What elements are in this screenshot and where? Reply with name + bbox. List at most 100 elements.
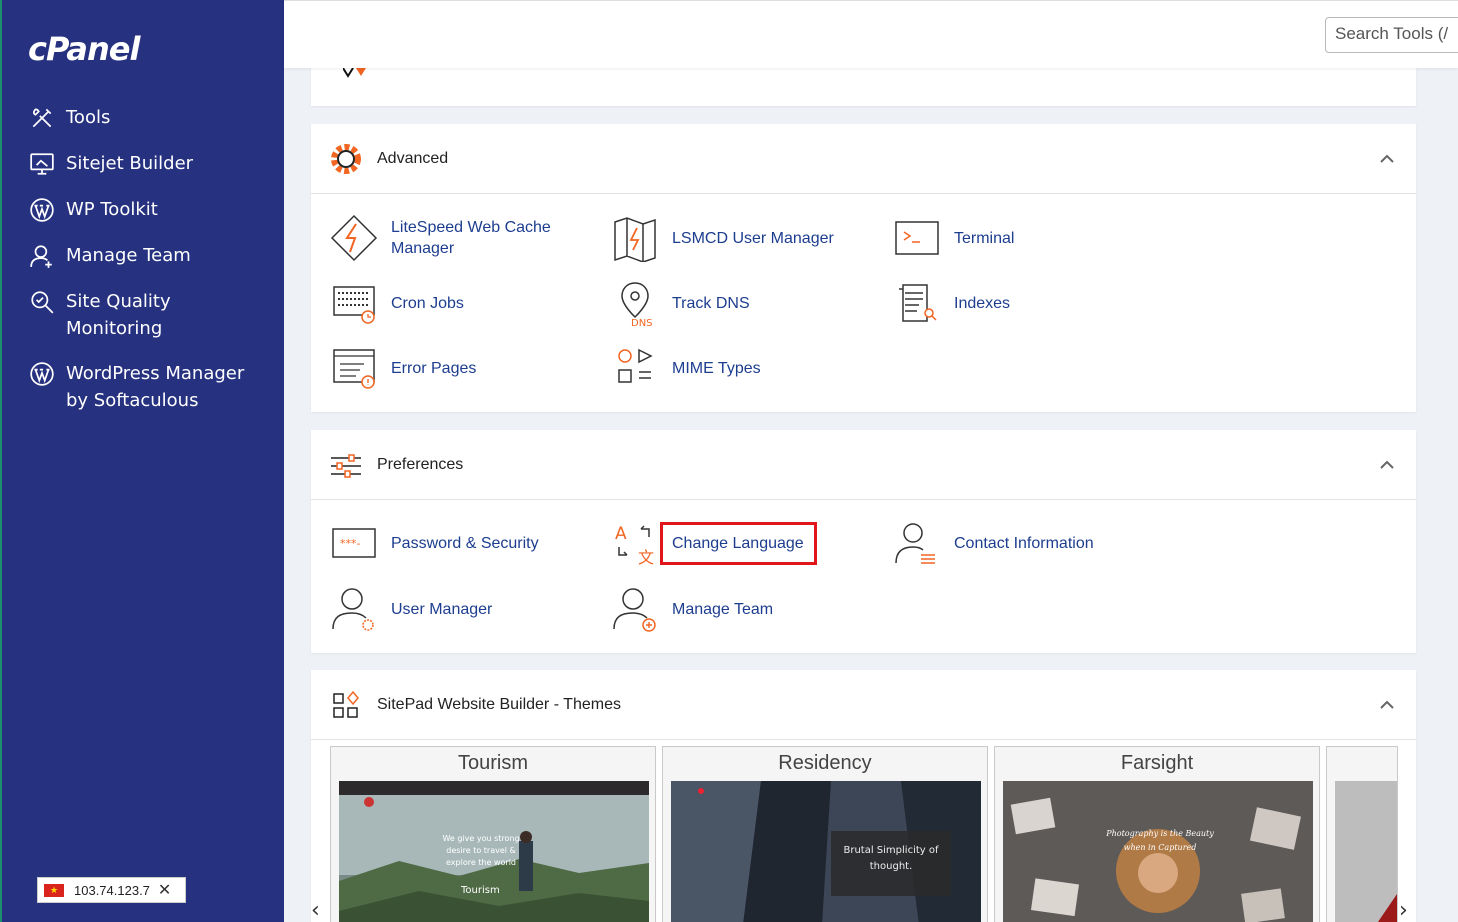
tool-label: LSMCD User Manager [672,229,834,247]
wordpress-icon [28,360,56,388]
sidebar-item-label: Manage Team [66,245,191,266]
location-pin-icon: DNS [610,278,660,328]
svg-text:文: 文 [638,548,654,567]
vietnam-flag-icon [44,883,64,897]
error-page-icon [329,343,379,393]
tool-contact-information[interactable]: Contact Information [892,518,1094,568]
carousel-prev-arrow[interactable]: ‹ [311,898,320,922]
carousel-next-arrow[interactable]: › [1399,898,1408,922]
close-icon[interactable]: ✕ [158,880,171,900]
tool-indexes[interactable]: Indexes [892,278,1010,328]
tool-mime-types[interactable]: MIME Types [610,343,761,393]
theme-caption: Photography is the Beauty when in Captur… [1106,829,1214,852]
theme-caption: Brutal Simplicity of thought. [843,845,939,872]
ip-address-badge: 103.74.123.7 ✕ [37,877,186,903]
sidebar-item-tools[interactable]: Tools [28,104,278,132]
theme-carousel: Tourism We give you strong desire to tra… [311,740,1416,922]
tool-label: Indexes [954,294,1011,312]
sidebar-item-sitejet-builder[interactable]: Sitejet Builder [28,150,278,178]
map-icon [610,213,660,263]
cpanel-logo[interactable]: cPanel [28,30,140,68]
sidebar-nav: Tools Sitejet Builder WP Toolkit Manage … [28,104,278,432]
tool-label: Cron Jobs [391,294,464,312]
sliders-icon [329,448,363,482]
magnifier-icon [28,288,56,316]
sitepad-section: SitePad Website Builder - Themes Tourism… [311,670,1416,922]
tool-lsmcd-user-manager[interactable]: LSMCD User Manager [610,213,834,263]
theme-name: Farsight [1120,752,1194,774]
section-title: Advanced [377,149,449,167]
tool-label: Error Pages [391,359,477,377]
tool-terminal[interactable]: Terminal [892,213,1014,263]
section-title: SitePad Website Builder - Themes [377,695,621,713]
tool-cron-jobs[interactable]: Cron Jobs [329,278,464,328]
tool-label: User Manager [391,600,493,618]
contact-icon [892,518,942,568]
top-bar: Search Tools (/ [284,0,1458,68]
theme-subtitle: Tourism [461,885,500,896]
sitepad-header[interactable]: SitePad Website Builder - Themes [311,670,1416,740]
theme-card-partial[interactable] [1326,746,1398,922]
user-add-icon [610,584,660,634]
theme-card-farsight[interactable]: Farsight Photography is the Beauty when … [994,746,1320,922]
tool-label: Contact Information [954,534,1094,552]
tool-label: Password & Security [391,534,539,552]
advanced-section: Advanced LiteSpeed Web Cache Manager LSM… [311,124,1416,412]
wordpress-icon [28,196,56,224]
litespeed-icon [329,213,379,263]
sidebar-item-site-quality-monitoring[interactable]: Site Quality Monitoring [28,288,278,342]
theme-preview [1335,781,1397,922]
tool-litespeed-web-cache-manager[interactable]: LiteSpeed Web Cache Manager [329,213,561,263]
sidebar-item-label: Site Quality Monitoring [66,291,171,339]
sidebar: cPanel Tools Sitejet Builder WP Toolkit … [0,0,284,922]
sidebar-item-label: Tools [66,107,111,128]
svg-text:A: A [615,524,627,544]
advanced-header[interactable]: Advanced [311,124,1416,194]
chevron-up-icon[interactable] [1380,698,1394,712]
tool-error-pages[interactable]: Error Pages [329,343,476,393]
sidebar-item-label: WP Toolkit [66,199,158,220]
svg-text:DNS: DNS [631,318,653,327]
tool-label: Change Language [660,521,817,565]
tool-label: Terminal [954,229,1015,247]
chevron-up-icon[interactable] [1380,458,1394,472]
search-input[interactable]: Search Tools (/ [1325,17,1458,53]
tools-icon [28,104,56,132]
preferences-section: Preferences ***- Password & Security A文 … [311,430,1416,653]
sidebar-item-label: Sitejet Builder [66,153,194,174]
monitor-icon [28,150,56,178]
tool-label: Track DNS [672,294,750,312]
theme-name: Tourism [457,752,528,774]
chevron-up-icon[interactable] [1380,152,1394,166]
sidebar-item-wp-toolkit[interactable]: WP Toolkit [28,196,278,224]
shapes-icon [610,343,660,393]
theme-caption: We give you strong desire to travel & ex… [442,834,520,867]
blocks-icon [329,688,363,722]
tool-password-security[interactable]: ***- Password & Security [329,518,539,568]
section-title: Preferences [377,455,464,473]
tool-label: MIME Types [672,359,761,377]
sidebar-item-label: WordPress Manager by Softaculous [66,363,245,411]
tool-user-manager[interactable]: User Manager [329,584,492,634]
password-icon: ***- [329,518,379,568]
ip-address: 103.74.123.7 [74,882,150,898]
translate-icon: A文 [610,518,660,568]
svg-text:***-: ***- [340,537,361,550]
team-icon [28,242,56,270]
tool-track-dns[interactable]: DNS Track DNS [610,278,750,328]
preferences-header[interactable]: Preferences [311,430,1416,500]
tool-manage-team[interactable]: Manage Team [610,584,773,634]
user-gear-icon [329,584,379,634]
theme-name: Residency [778,752,872,774]
tool-change-language[interactable]: A文 Change Language [610,518,817,568]
sidebar-item-wordpress-manager[interactable]: WordPress Manager by Softaculous [28,360,278,414]
terminal-icon [892,213,942,263]
tool-label: Manage Team [672,600,774,618]
theme-card-tourism[interactable]: Tourism We give you strong desire to tra… [330,746,656,922]
theme-card-residency[interactable]: Residency Brutal Simplicity of thought. [662,746,988,922]
calendar-clock-icon [329,278,379,328]
gear-icon [329,142,363,176]
sidebar-item-manage-team[interactable]: Manage Team [28,242,278,270]
document-search-icon [892,278,942,328]
tool-label: LiteSpeed Web Cache Manager [391,219,551,257]
